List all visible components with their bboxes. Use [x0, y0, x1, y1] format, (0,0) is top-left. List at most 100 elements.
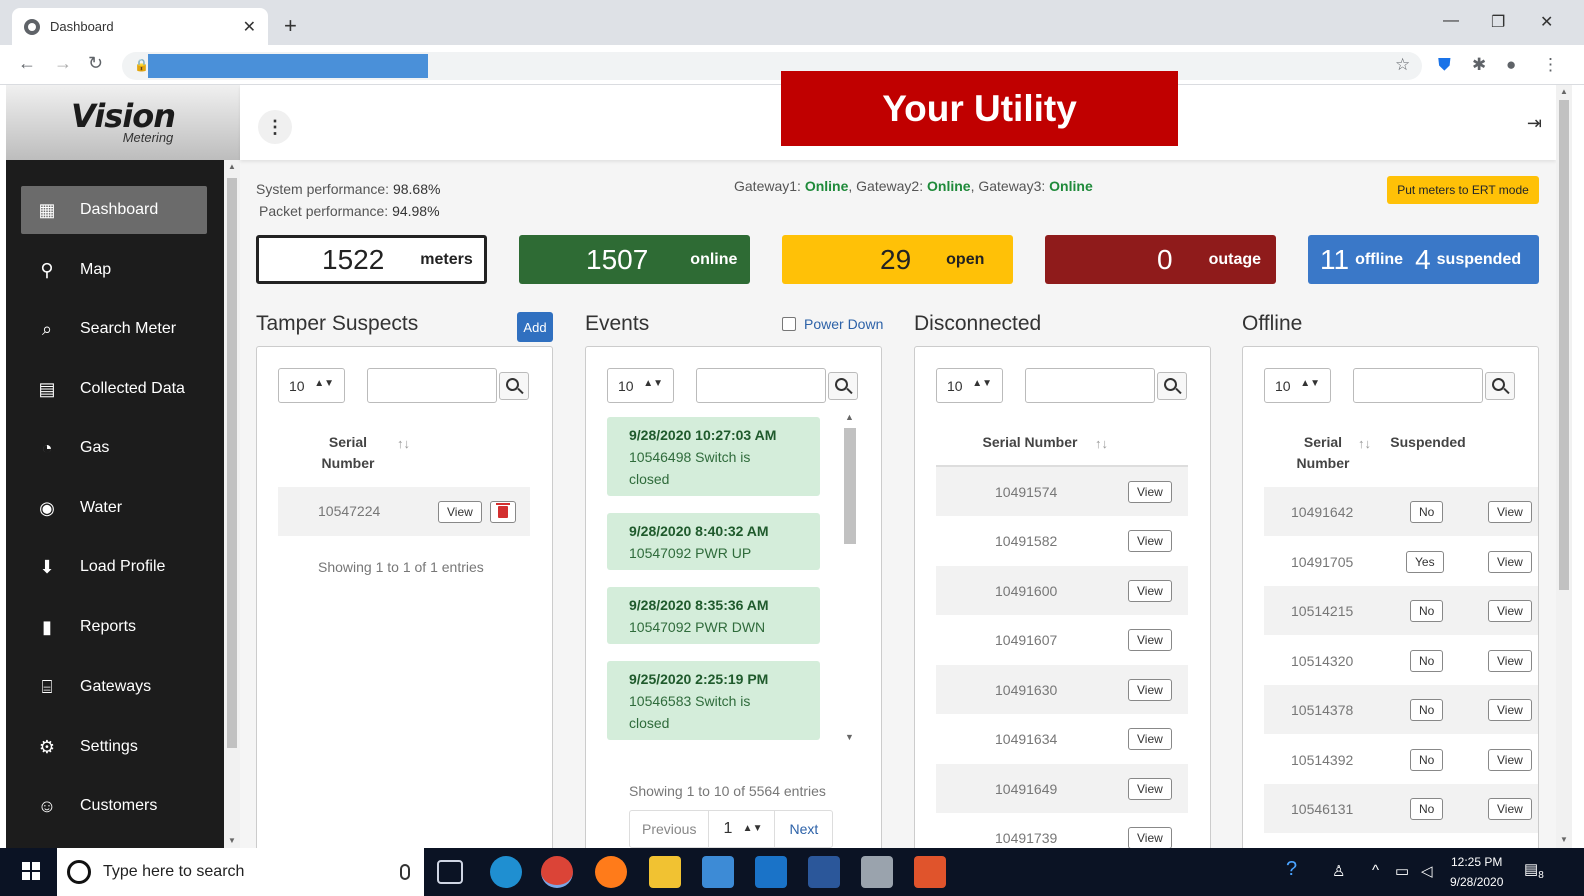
- sidebar-scrollbar[interactable]: ▲ ▼: [224, 160, 240, 848]
- search-button[interactable]: [499, 372, 529, 400]
- offline-stat[interactable]: 11 offline 4 suspended: [1308, 235, 1539, 284]
- browser-menu-icon[interactable]: ⋮: [1542, 55, 1559, 75]
- power-down-checkbox[interactable]: [782, 317, 796, 331]
- search-input[interactable]: [1025, 368, 1155, 403]
- page-size-select[interactable]: 10 ▲▼: [278, 368, 345, 403]
- scroll-up-icon[interactable]: ▲: [1560, 87, 1568, 96]
- taskbar-clock[interactable]: 12:25 PM 9/28/2020: [1450, 852, 1503, 892]
- view-button[interactable]: View: [1488, 501, 1532, 523]
- new-tab-button[interactable]: +: [284, 13, 297, 39]
- online-stat[interactable]: 1507 online: [519, 235, 750, 284]
- view-button[interactable]: View: [1128, 728, 1172, 750]
- browser-tab[interactable]: Dashboard ✕: [12, 8, 268, 45]
- col-serial-number[interactable]: Serial Number: [1283, 432, 1363, 474]
- view-button[interactable]: View: [1128, 629, 1172, 651]
- search-input[interactable]: [696, 368, 826, 403]
- sidebar-item-gas[interactable]: ◔ Gas: [21, 424, 207, 472]
- view-button[interactable]: View: [1128, 679, 1172, 701]
- help-icon[interactable]: ?: [1286, 858, 1297, 881]
- event-item[interactable]: 9/25/2020 2:25:19 PM 10546583 Switch is …: [607, 661, 820, 740]
- search-input[interactable]: [1353, 368, 1483, 403]
- star-icon[interactable]: ☆: [1395, 55, 1410, 75]
- page-size-select[interactable]: 10 ▲▼: [1264, 368, 1331, 403]
- url-field[interactable]: 🔒: [122, 52, 1422, 80]
- search-button[interactable]: [1485, 372, 1515, 400]
- minimize-icon[interactable]: —: [1443, 12, 1459, 30]
- task-view-icon[interactable]: [437, 860, 463, 884]
- microphone-icon[interactable]: [400, 864, 410, 880]
- view-button[interactable]: View: [1128, 530, 1172, 552]
- taskbar-search[interactable]: Type here to search: [57, 848, 424, 896]
- delete-button[interactable]: [490, 501, 516, 523]
- scroll-down-icon[interactable]: ▼: [1560, 835, 1568, 844]
- sort-icon[interactable]: ↑↓: [1358, 436, 1371, 451]
- page-size-select[interactable]: 10 ▲▼: [607, 368, 674, 403]
- view-button[interactable]: View: [1488, 551, 1532, 573]
- network-icon[interactable]: ▭: [1395, 862, 1409, 880]
- view-button[interactable]: View: [1128, 481, 1172, 503]
- calculator-icon[interactable]: [861, 856, 893, 888]
- people-icon[interactable]: ♙: [1332, 862, 1345, 880]
- profile-avatar-icon[interactable]: ●: [1506, 55, 1516, 75]
- vision-metering-logo[interactable]: Vision Metering: [6, 85, 240, 160]
- view-button[interactable]: View: [1488, 798, 1532, 820]
- col-suspended[interactable]: Suspended: [1383, 432, 1473, 453]
- restore-icon[interactable]: ❐: [1491, 12, 1505, 32]
- sidebar-item-load-profile[interactable]: ⬇ Load Profile: [21, 543, 207, 591]
- close-tab-icon[interactable]: ✕: [243, 17, 256, 37]
- scroll-down-icon[interactable]: ▼: [228, 836, 236, 845]
- page-select[interactable]: 1 ▲▼: [709, 811, 776, 847]
- sidebar-item-dashboard[interactable]: ▦ Dashboard: [21, 186, 207, 234]
- word-icon[interactable]: [808, 856, 840, 888]
- volume-icon[interactable]: ◁: [1421, 862, 1433, 880]
- view-button[interactable]: View: [1488, 699, 1532, 721]
- sidebar-item-map[interactable]: ⚲ Map: [21, 246, 207, 294]
- firefox-icon[interactable]: [595, 856, 627, 888]
- ert-mode-button[interactable]: Put meters to ERT mode: [1387, 176, 1539, 204]
- event-item[interactable]: 9/28/2020 8:35:36 AM 10547092 PWR DWN: [607, 587, 820, 644]
- close-window-icon[interactable]: ✕: [1540, 12, 1553, 32]
- event-item[interactable]: 9/28/2020 8:40:32 AM 10547092 PWR UP: [607, 513, 820, 570]
- outlook-icon[interactable]: [755, 856, 787, 888]
- scroll-thumb[interactable]: [1559, 100, 1569, 590]
- view-button[interactable]: View: [1488, 600, 1532, 622]
- back-icon[interactable]: ←: [18, 53, 36, 74]
- forward-icon[interactable]: →: [54, 53, 72, 74]
- power-down-filter[interactable]: Power Down: [782, 316, 883, 332]
- file-explorer-icon[interactable]: [649, 856, 681, 888]
- store-icon[interactable]: [702, 856, 734, 888]
- search-button[interactable]: [1157, 372, 1187, 400]
- page-size-select[interactable]: 10 ▲▼: [936, 368, 1003, 403]
- page-scrollbar[interactable]: ▲ ▼: [1556, 85, 1572, 848]
- col-serial-number[interactable]: Serial Number: [308, 432, 388, 474]
- view-button[interactable]: View: [438, 501, 482, 523]
- events-scrollbar[interactable]: ▲ ▼: [842, 410, 858, 748]
- puzzle-extension-icon[interactable]: ✱: [1472, 55, 1486, 75]
- search-button[interactable]: [828, 372, 858, 400]
- windows-start-icon[interactable]: [22, 862, 40, 880]
- more-menu-icon[interactable]: ⋮: [258, 110, 292, 144]
- scroll-up-icon[interactable]: ▲: [228, 162, 236, 171]
- view-button[interactable]: View: [1488, 749, 1532, 771]
- sidebar-item-collected-data[interactable]: ▤ Collected Data: [21, 365, 207, 413]
- sort-icon[interactable]: ↑↓: [397, 436, 410, 451]
- view-button[interactable]: View: [1488, 650, 1532, 672]
- search-input[interactable]: [367, 368, 497, 403]
- shield-extension-icon[interactable]: ⛊: [1438, 55, 1451, 75]
- add-tamper-button[interactable]: Add: [517, 312, 553, 342]
- view-button[interactable]: View: [1128, 580, 1172, 602]
- event-item[interactable]: 9/28/2020 10:27:03 AM 10546498 Switch is…: [607, 417, 820, 496]
- meters-stat[interactable]: 1522 meters: [256, 235, 487, 284]
- sort-icon[interactable]: ↑↓: [1095, 436, 1108, 451]
- view-button[interactable]: View: [1128, 778, 1172, 800]
- sidebar-item-settings[interactable]: ⚙ Settings: [21, 723, 207, 771]
- col-serial-number[interactable]: Serial Number: [975, 432, 1085, 453]
- notification-icon[interactable]: ▤8: [1524, 860, 1544, 881]
- sidebar-item-water[interactable]: ◉ Water: [21, 484, 207, 532]
- scroll-thumb[interactable]: [844, 428, 856, 544]
- scroll-up-icon[interactable]: ▲: [845, 412, 854, 422]
- sidebar-item-customers[interactable]: ☺ Customers: [21, 782, 207, 830]
- sidebar-item-gateways[interactable]: ⌸ Gateways: [21, 663, 207, 711]
- scroll-thumb[interactable]: [227, 178, 237, 748]
- reload-icon[interactable]: ↻: [88, 53, 103, 74]
